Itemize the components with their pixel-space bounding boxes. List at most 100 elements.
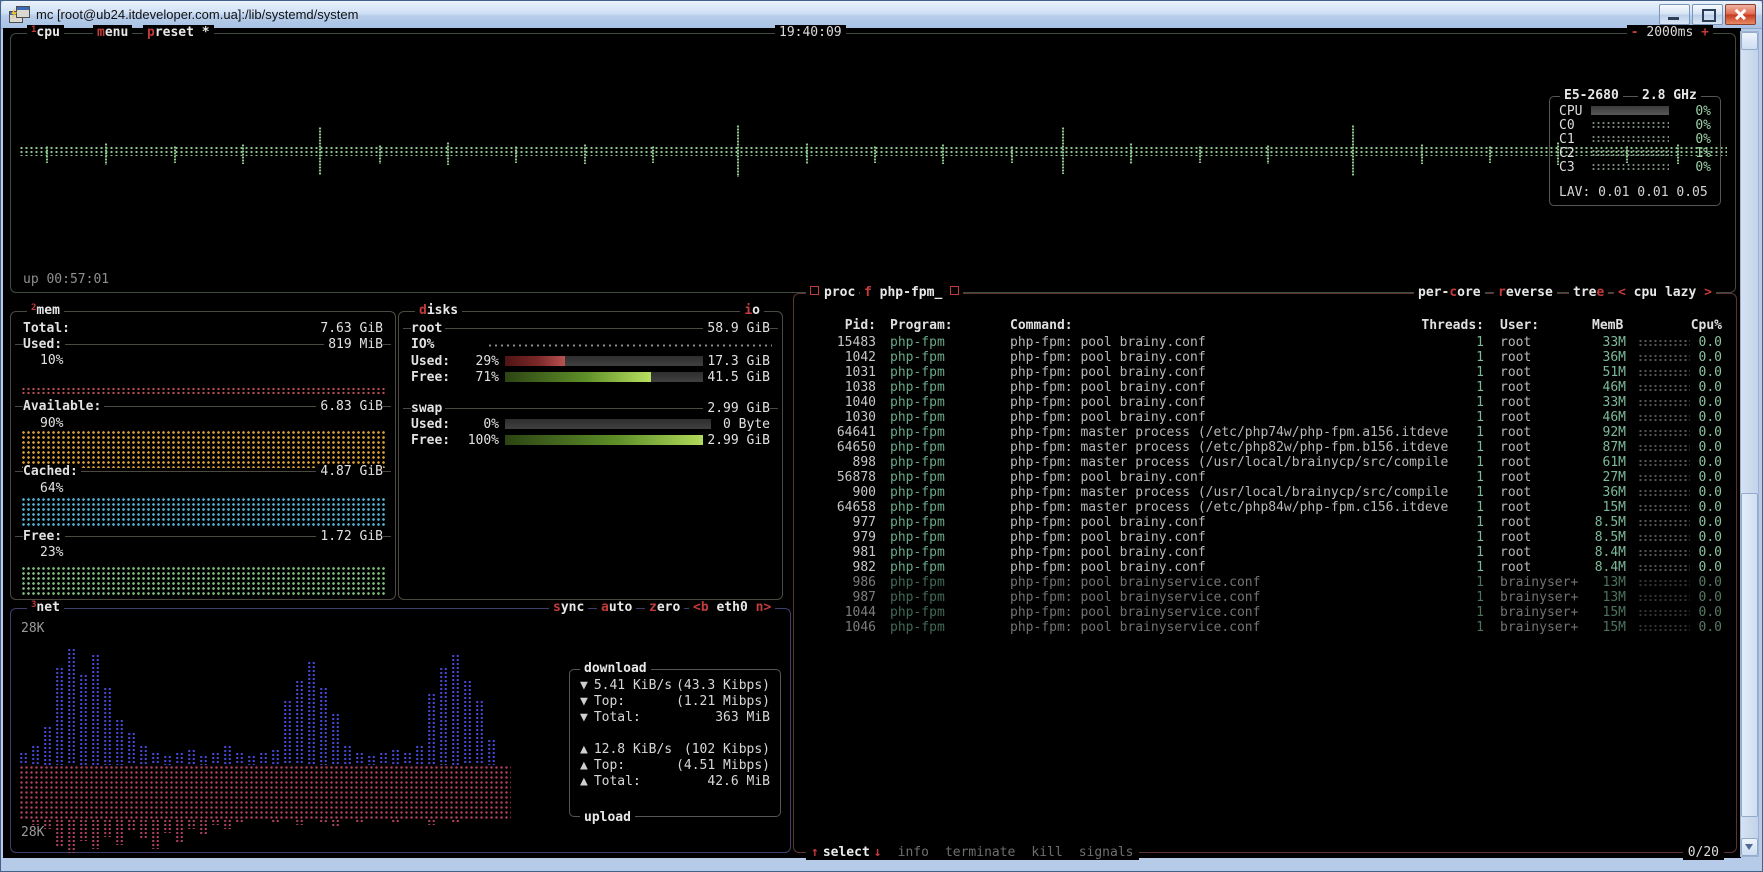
kill-button[interactable]: kill [1031,845,1062,860]
proc-mem: 92M [1566,425,1626,440]
proc-footer: ↑ select ↓ info terminate kill signals [806,845,1139,860]
proc-row[interactable]: 979php-fpmphp-fpm: pool brainy.conf1root… [804,530,1726,545]
proc-row[interactable]: 1030php-fpmphp-fpm: pool brainy.conf1roo… [804,410,1726,425]
net-prev-interface-button[interactable]: <b [693,600,709,615]
net-next-interface-button[interactable]: n> [756,600,772,615]
proc-cpu: 0.0 [1676,620,1722,635]
mem-available-graph [21,430,385,468]
cpu-graph-spike [378,145,383,164]
proc-cpu: 0.0 [1676,350,1722,365]
disk-swap-free-percent: 100% [463,433,499,448]
net-download-bar [283,700,292,765]
cpu-graph-spike [45,146,50,163]
proc-command: php-fpm: master process (/etc/php84w/php… [1010,500,1448,515]
mem-box-title[interactable]: 2mem [27,303,64,320]
net-sync-button[interactable]: sync [549,600,588,615]
window: mc [root@ub24.itdeveloper.com.ua]:/lib/s… [0,0,1763,872]
signals-button[interactable]: signals [1079,845,1134,860]
cpu-core-row: C21% [1559,146,1711,160]
mem-used-percent: 10% [37,353,66,368]
proc-reverse-toggle[interactable]: reverse [1494,285,1557,300]
proc-row[interactable]: 986php-fpmphp-fpm: pool brainyservice.co… [804,575,1726,590]
proc-filter-input[interactable]: f php-fpm_ [860,285,963,300]
net-upload-bar [187,819,196,829]
proc-command: php-fpm: pool brainyservice.conf [1010,605,1260,620]
proc-user: root [1500,560,1531,575]
scrollbar[interactable] [1740,31,1759,857]
proc-command: php-fpm: pool brainy.conf [1010,470,1206,485]
proc-mem: 15M [1566,500,1626,515]
select-down-button[interactable]: ↓ [874,845,882,860]
cpu-graph-spike [1420,144,1425,164]
proc-row[interactable]: 1040php-fpmphp-fpm: pool brainy.conf1roo… [804,395,1726,410]
net-upload-bar [451,819,460,823]
cpu-graph-spike [736,125,741,177]
net-upload-bar [319,819,328,823]
info-button[interactable]: info [898,845,929,860]
proc-row[interactable]: 1046php-fpmphp-fpm: pool brainyservice.c… [804,620,1726,635]
cpu-core-row: C00% [1559,118,1711,132]
proc-program: php-fpm [890,530,945,545]
terminate-button[interactable]: terminate [945,845,1015,860]
net-auto-button[interactable]: auto [597,600,636,615]
proc-row[interactable]: 900php-fpmphp-fpm: master process (/usr/… [804,485,1726,500]
proc-cpu: 0.0 [1676,365,1722,380]
maximize-button[interactable] [1692,4,1723,25]
select-button[interactable]: select [823,845,870,860]
proc-command: php-fpm: pool brainy.conf [1010,410,1206,425]
close-button[interactable] [1725,4,1756,25]
net-download-bar [271,749,280,765]
proc-threads: 1 [1416,365,1484,380]
proc-cpu: 0.0 [1676,395,1722,410]
proc-mem: 8.5M [1566,515,1626,530]
proc-mem: 13M [1566,575,1626,590]
net-upload-bar [271,819,280,823]
proc-row[interactable]: 982php-fpmphp-fpm: pool brainy.conf1root… [804,560,1726,575]
proc-program: php-fpm [890,350,945,365]
proc-percore-toggle[interactable]: per-core [1414,285,1485,300]
proc-user: root [1500,380,1531,395]
proc-row[interactable]: 977php-fpmphp-fpm: pool brainy.conf1root… [804,515,1726,530]
proc-cpu: 0.0 [1676,500,1722,515]
select-up-button[interactable]: ↑ [811,845,819,860]
scroll-down-button[interactable] [1741,838,1758,856]
proc-command: php-fpm: master process (/usr/local/brai… [1010,455,1448,470]
net-download-bar [343,745,352,765]
scroll-up-button[interactable] [1741,32,1758,50]
proc-command: php-fpm: pool brainy.conf [1010,335,1206,350]
proc-row[interactable]: 1038php-fpmphp-fpm: pool brainy.conf1roo… [804,380,1726,395]
proc-row[interactable]: 898php-fpmphp-fpm: master process (/usr/… [804,455,1726,470]
minimize-button[interactable] [1659,4,1690,25]
mem-free-row: Free:1.72 GiB [23,529,383,544]
disks-box-title[interactable]: disks [415,303,462,318]
proc-row[interactable]: 1042php-fpmphp-fpm: pool brainy.conf1roo… [804,350,1726,365]
proc-row[interactable]: 981php-fpmphp-fpm: pool brainy.conf1root… [804,545,1726,560]
net-zero-button[interactable]: zero [645,600,684,615]
proc-row[interactable]: 1031php-fpmphp-fpm: pool brainy.conf1roo… [804,365,1726,380]
proc-row[interactable]: 15483php-fpmphp-fpm: pool brainy.conf1ro… [804,335,1726,350]
proc-row[interactable]: 64650php-fpmphp-fpm: master process (/et… [804,440,1726,455]
proc-row[interactable]: 1044php-fpmphp-fpm: pool brainyservice.c… [804,605,1726,620]
proc-row[interactable]: 64641php-fpmphp-fpm: master process (/et… [804,425,1726,440]
mem-total-row: Total:7.63 GiB [23,321,383,336]
net-upload-band [19,765,511,819]
proc-threads: 1 [1416,440,1484,455]
proc-sort-prev-button[interactable]: < [1618,285,1626,300]
proc-row[interactable]: 64658php-fpmphp-fpm: master process (/et… [804,500,1726,515]
proc-sort-next-button[interactable]: > [1704,285,1712,300]
proc-row[interactable]: 987php-fpmphp-fpm: pool brainyservice.co… [804,590,1726,605]
scrollbar-thumb[interactable] [1741,493,1758,816]
cpu-load-average: LAV: 0.01 0.01 0.05 [1559,185,1708,200]
proc-tree-toggle[interactable]: tree [1569,285,1608,300]
net-box-title[interactable]: 3net [27,600,64,617]
upload-top-row: ▲Top:(4.51 Mibps) [580,758,770,773]
disks-io-toggle[interactable]: io [740,303,764,318]
proc-box-title[interactable]: proc [806,285,859,300]
titlebar[interactable]: mc [root@ub24.itdeveloper.com.ua]:/lib/s… [1,1,1762,29]
proc-cpu: 0.0 [1676,455,1722,470]
proc-rows: 15483php-fpmphp-fpm: pool brainy.conf1ro… [804,335,1726,635]
net-download-bar [235,752,244,765]
proc-row[interactable]: 56878php-fpmphp-fpm: pool brainy.conf1ro… [804,470,1726,485]
net-upload-bar [127,819,136,831]
proc-mem: 33M [1566,335,1626,350]
